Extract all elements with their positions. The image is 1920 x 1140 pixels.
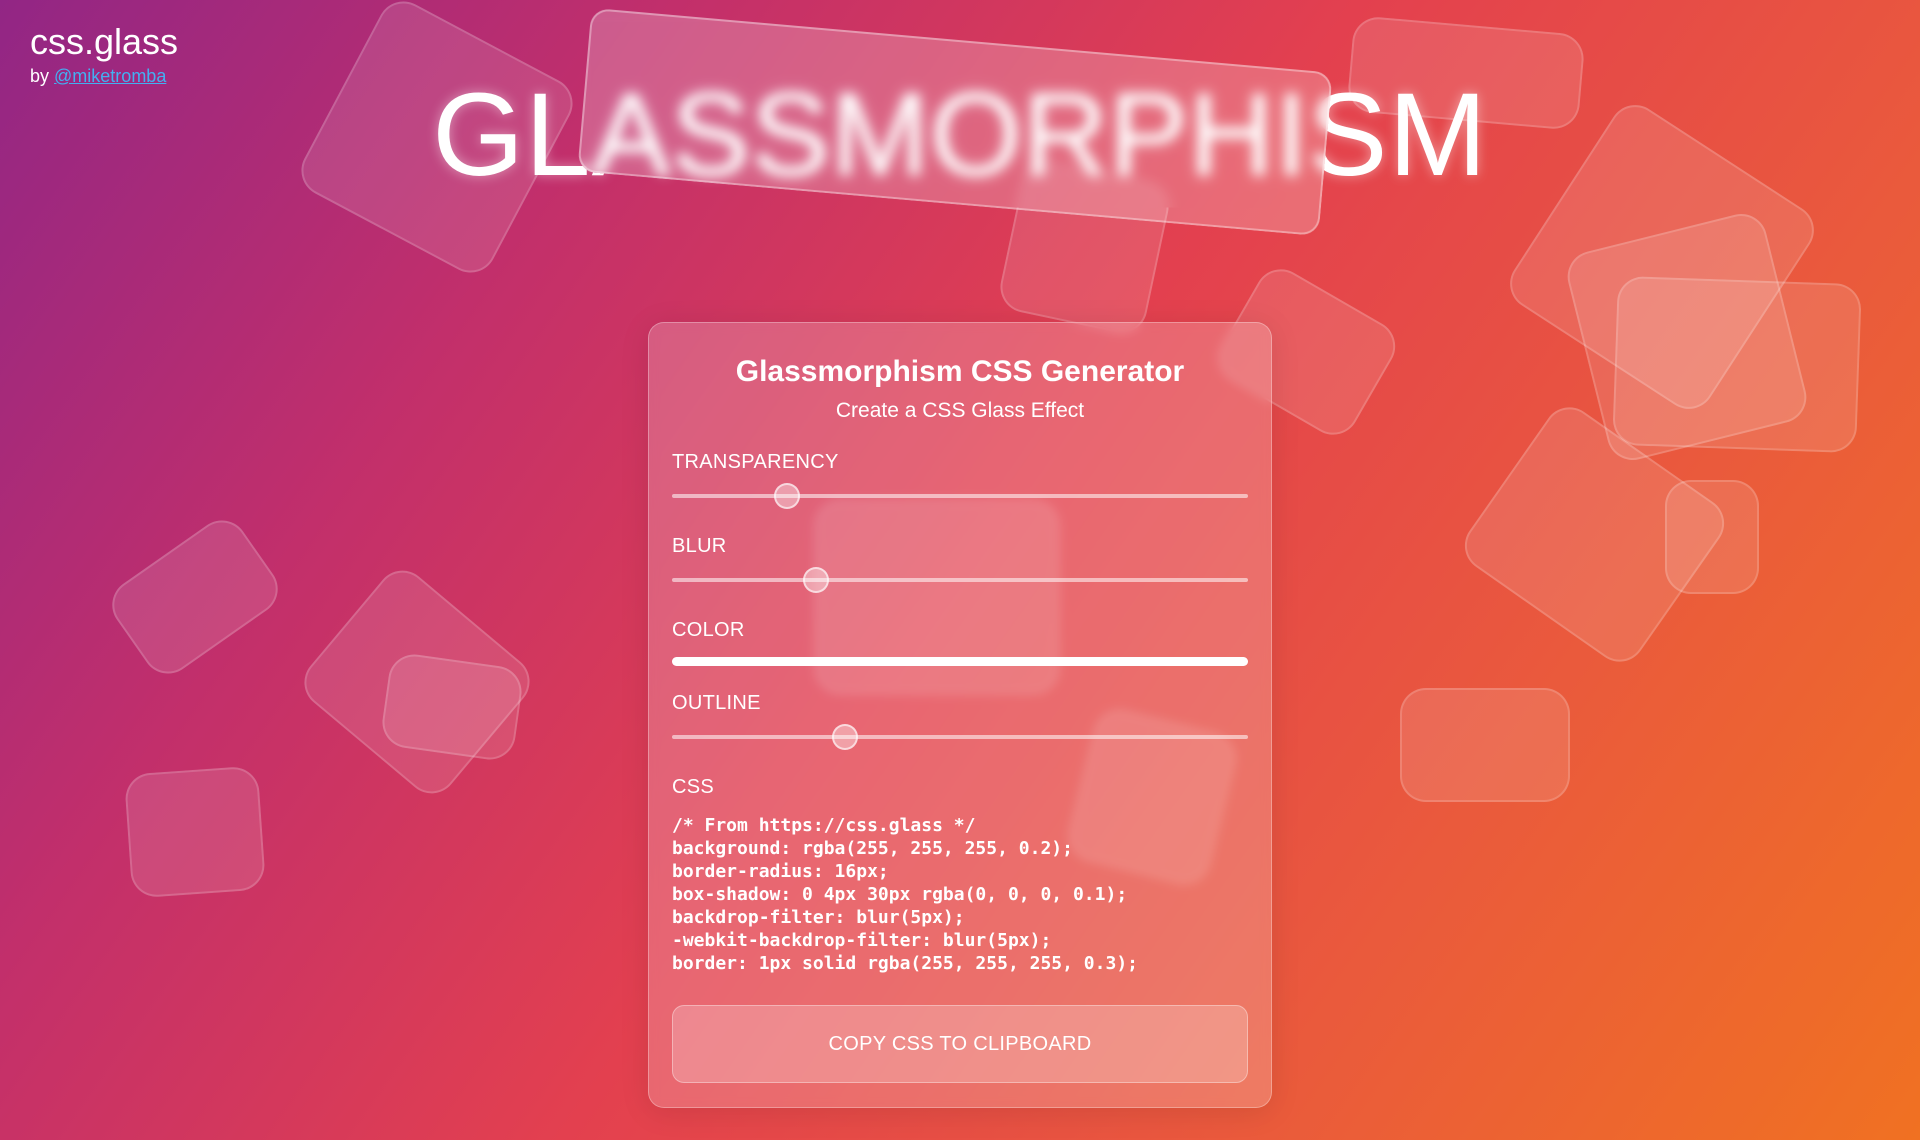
color-label: COLOR bbox=[672, 619, 745, 641]
generator-subtitle: Create a CSS Glass Effect bbox=[835, 399, 1085, 422]
transparency-label: TRANSPARENCY bbox=[672, 451, 839, 473]
slider-thumb[interactable] bbox=[831, 724, 858, 750]
generator-card: Glassmorphism CSS Generator Create a CSS… bbox=[648, 322, 1272, 1108]
slider-thumb[interactable] bbox=[774, 483, 801, 509]
background-glass-shape bbox=[102, 510, 288, 684]
slider-thumb[interactable] bbox=[803, 567, 829, 593]
slider-track bbox=[672, 735, 1248, 739]
outline-label: OUTLINE bbox=[672, 692, 761, 714]
css-label: CSS bbox=[672, 776, 715, 798]
outline-slider[interactable] bbox=[672, 724, 1248, 750]
blur-label: BLUR bbox=[672, 535, 727, 557]
generator-title: Glassmorphism CSS Generator bbox=[735, 355, 1185, 388]
background-glass-shape bbox=[1665, 480, 1759, 594]
color-picker[interactable] bbox=[672, 657, 1248, 666]
background-glass-shape bbox=[379, 651, 525, 763]
blur-slider[interactable] bbox=[672, 567, 1248, 593]
css-code-output: /* From https://css.glass */ background:… bbox=[672, 815, 1138, 974]
hero-glass-overlay bbox=[577, 7, 1333, 237]
copy-css-button[interactable]: COPY CSS TO CLIPBOARD bbox=[672, 1005, 1248, 1083]
transparency-slider[interactable] bbox=[672, 483, 1248, 509]
slider-track bbox=[672, 578, 1248, 582]
slider-track bbox=[672, 494, 1248, 498]
background-glass-shape bbox=[123, 765, 267, 899]
site-title: css.glass bbox=[30, 21, 179, 62]
background-glass-shape bbox=[1612, 275, 1862, 454]
background-glass-shape bbox=[1400, 688, 1570, 802]
